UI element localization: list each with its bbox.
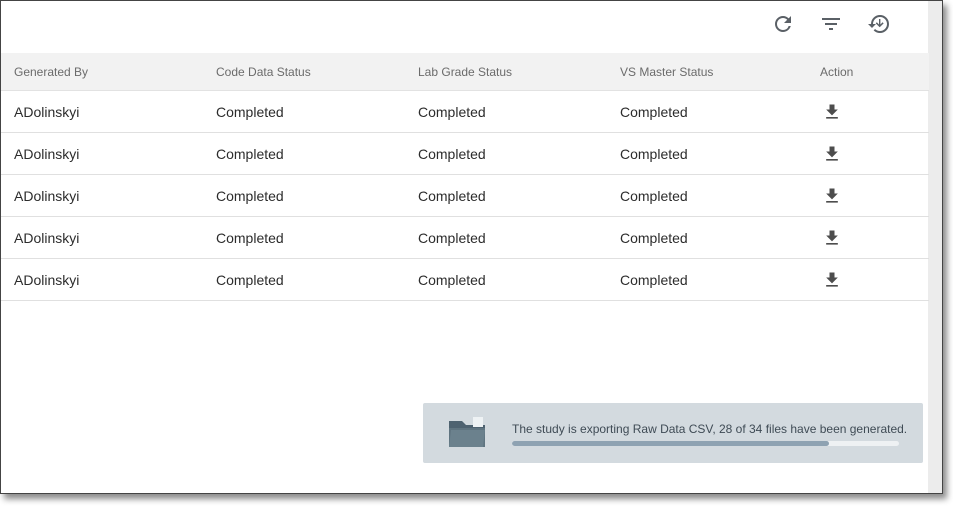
cell-lab-grade-status: Completed bbox=[418, 145, 486, 162]
download-icon bbox=[826, 104, 838, 119]
download-icon bbox=[826, 230, 838, 245]
refresh-button[interactable] bbox=[769, 10, 797, 38]
cell-code-data-status: Completed bbox=[216, 145, 284, 162]
export-progress-message: The study is exporting Raw Data CSV, 28 … bbox=[512, 422, 908, 436]
cell-vs-master-status: Completed bbox=[620, 145, 688, 162]
cell-code-data-status: Completed bbox=[216, 103, 284, 120]
table-row: ADolinskyi Completed Completed Completed bbox=[1, 259, 929, 301]
table-header: Generated By Code Data Status Lab Grade … bbox=[1, 53, 929, 91]
export-progress-bar bbox=[512, 441, 899, 446]
export-panel: Generated By Code Data Status Lab Grade … bbox=[0, 0, 943, 494]
table-row: ADolinskyi Completed Completed Completed bbox=[1, 217, 929, 259]
cell-lab-grade-status: Completed bbox=[418, 187, 486, 204]
table-row: ADolinskyi Completed Completed Completed bbox=[1, 133, 929, 175]
cell-lab-grade-status: Completed bbox=[418, 271, 486, 288]
download-icon bbox=[826, 146, 838, 161]
cell-code-data-status: Completed bbox=[216, 229, 284, 246]
cell-lab-grade-status: Completed bbox=[418, 103, 486, 120]
folder-icon bbox=[447, 415, 487, 451]
cell-generated-by: ADolinskyi bbox=[14, 187, 80, 204]
cell-vs-master-status: Completed bbox=[620, 271, 688, 288]
cell-vs-master-status: Completed bbox=[620, 103, 688, 120]
refresh-icon bbox=[775, 15, 791, 32]
header-code-data-status[interactable]: Code Data Status bbox=[216, 65, 311, 79]
toolbar bbox=[1, 1, 929, 53]
cell-code-data-status: Completed bbox=[216, 271, 284, 288]
cell-generated-by: ADolinskyi bbox=[14, 271, 80, 288]
header-action: Action bbox=[820, 64, 854, 79]
export-progress-fill bbox=[512, 441, 830, 446]
scrollbar[interactable] bbox=[928, 1, 942, 493]
header-lab-grade-status[interactable]: Lab Grade Status bbox=[418, 65, 512, 79]
table-row: ADolinskyi Completed Completed Completed bbox=[1, 91, 929, 133]
header-vs-master-status[interactable]: VS Master Status bbox=[620, 65, 713, 79]
cell-generated-by: ADolinskyi bbox=[14, 103, 80, 120]
filter-button[interactable] bbox=[817, 10, 845, 38]
cell-generated-by: ADolinskyi bbox=[14, 229, 80, 246]
download-button[interactable] bbox=[820, 100, 844, 124]
exports-table: Generated By Code Data Status Lab Grade … bbox=[1, 53, 929, 301]
export-history-button[interactable] bbox=[865, 10, 893, 38]
header-generated-by[interactable]: Generated By bbox=[14, 65, 88, 79]
download-button[interactable] bbox=[820, 268, 844, 292]
filter-icon bbox=[822, 18, 840, 30]
download-icon bbox=[826, 272, 838, 287]
cell-vs-master-status: Completed bbox=[620, 229, 688, 246]
export-progress-toast: The study is exporting Raw Data CSV, 28 … bbox=[423, 403, 923, 463]
cell-vs-master-status: Completed bbox=[620, 187, 688, 204]
download-icon bbox=[826, 188, 838, 203]
cell-lab-grade-status: Completed bbox=[418, 229, 486, 246]
download-button[interactable] bbox=[820, 184, 844, 208]
download-button[interactable] bbox=[820, 142, 844, 166]
table-row: ADolinskyi Completed Completed Completed bbox=[1, 175, 929, 217]
cell-generated-by: ADolinskyi bbox=[14, 145, 80, 162]
download-button[interactable] bbox=[820, 226, 844, 250]
export-history-icon bbox=[868, 15, 889, 34]
cell-code-data-status: Completed bbox=[216, 187, 284, 204]
